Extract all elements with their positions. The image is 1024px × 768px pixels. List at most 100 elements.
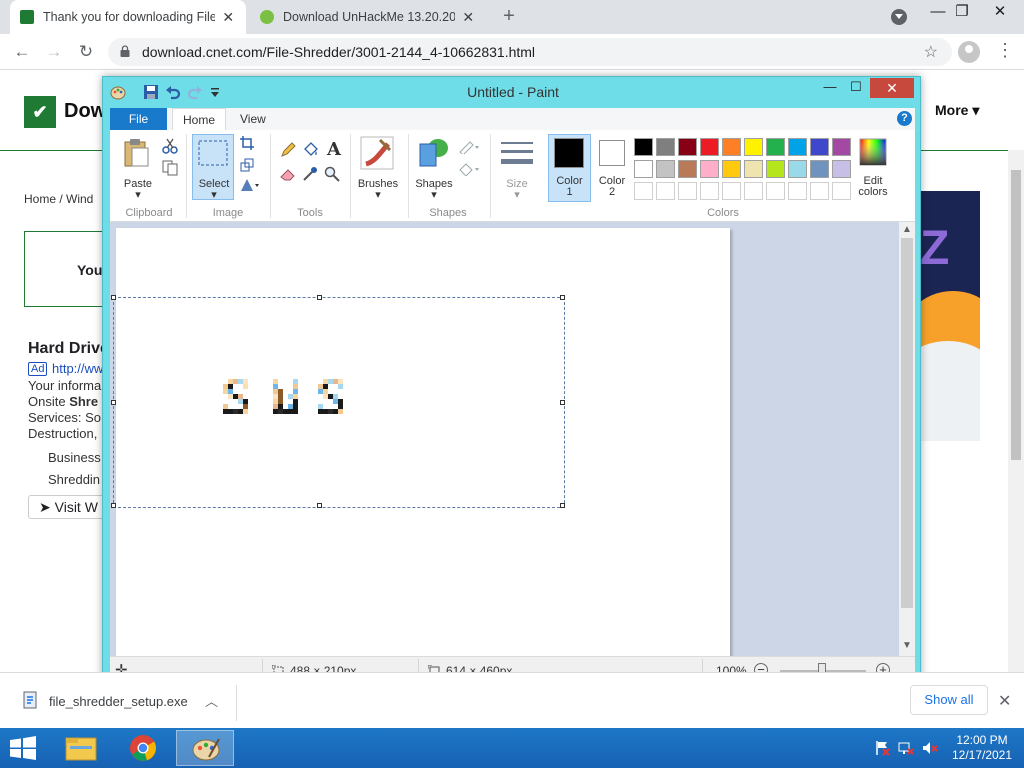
size-dropdown-icon[interactable]: ▾ bbox=[494, 188, 540, 201]
resize-icon[interactable] bbox=[240, 158, 254, 172]
palette-swatch[interactable] bbox=[700, 138, 719, 156]
paint-maximize-button[interactable]: ☐ bbox=[843, 79, 869, 99]
cut-icon[interactable] bbox=[162, 138, 178, 154]
profile-avatar-icon[interactable] bbox=[958, 41, 980, 63]
palette-swatch[interactable] bbox=[744, 160, 763, 178]
action-center-flag-icon[interactable] bbox=[874, 740, 890, 756]
palette-swatch[interactable] bbox=[744, 138, 763, 156]
volume-muted-icon[interactable] bbox=[922, 740, 938, 756]
palette-swatch[interactable] bbox=[766, 182, 785, 200]
installer-file-icon[interactable] bbox=[22, 691, 38, 709]
paint-title-bar[interactable]: Untitled - Paint — ☐ ✕ bbox=[103, 77, 920, 107]
shapes-icon[interactable] bbox=[416, 136, 450, 170]
more-menu-button[interactable]: More ▾ bbox=[935, 102, 979, 119]
selection-handle[interactable] bbox=[111, 400, 116, 405]
select-dropdown-icon[interactable]: ▾ bbox=[192, 188, 236, 201]
rotate-icon[interactable] bbox=[240, 178, 260, 192]
save-icon[interactable] bbox=[143, 84, 159, 100]
color2-number[interactable]: 2 bbox=[592, 186, 632, 198]
copy-icon[interactable] bbox=[162, 160, 178, 176]
canvas-workspace[interactable]: ▲ ▼ bbox=[110, 222, 915, 656]
palette-swatch[interactable] bbox=[810, 160, 829, 178]
tab-view[interactable]: View bbox=[230, 108, 276, 130]
palette-swatch[interactable] bbox=[766, 138, 785, 156]
palette-swatch[interactable] bbox=[634, 182, 653, 200]
scroll-up-icon[interactable]: ▲ bbox=[899, 224, 915, 235]
windows-start-icon[interactable] bbox=[8, 736, 38, 760]
page-scrollbar[interactable] bbox=[1008, 150, 1024, 672]
system-clock[interactable]: 12:00 PM 12/17/2021 bbox=[944, 733, 1020, 763]
text-tool-icon[interactable]: A bbox=[324, 139, 344, 160]
magnifier-icon[interactable] bbox=[324, 166, 340, 182]
selection-handle[interactable] bbox=[111, 295, 116, 300]
brushes-dropdown-icon[interactable]: ▾ bbox=[352, 188, 404, 201]
tab-search-icon[interactable] bbox=[891, 9, 907, 25]
palette-swatch[interactable] bbox=[832, 182, 851, 200]
close-download-shelf-icon[interactable]: ✕ bbox=[998, 691, 1011, 711]
browser-menu-icon[interactable]: ⋮ bbox=[996, 40, 1014, 61]
download-options-chevron-icon[interactable]: ︿ bbox=[205, 691, 218, 710]
palette-swatch[interactable] bbox=[810, 138, 829, 156]
palette-swatch[interactable] bbox=[634, 138, 653, 156]
taskbar-chrome[interactable] bbox=[114, 730, 172, 766]
palette-swatch[interactable] bbox=[656, 138, 675, 156]
show-all-downloads-button[interactable]: Show all bbox=[910, 685, 988, 715]
selection-handle[interactable] bbox=[560, 295, 565, 300]
palette-swatch[interactable] bbox=[832, 160, 851, 178]
tab-unhackme[interactable]: Download UnHackMe 13.20.2021.1215 ✕ bbox=[250, 0, 486, 34]
selection-handle[interactable] bbox=[111, 503, 116, 508]
palette-swatch[interactable] bbox=[678, 138, 697, 156]
palette-swatch[interactable] bbox=[722, 138, 741, 156]
reload-button[interactable]: ↻ bbox=[74, 41, 98, 63]
network-icon[interactable] bbox=[898, 740, 914, 756]
palette-swatch[interactable] bbox=[656, 182, 675, 200]
paint-app-icon[interactable] bbox=[110, 84, 126, 100]
browser-close-button[interactable]: ✕ bbox=[978, 0, 1022, 28]
palette-swatch[interactable] bbox=[788, 138, 807, 156]
back-button[interactable]: ← bbox=[10, 41, 34, 63]
selection-handle[interactable] bbox=[317, 295, 322, 300]
palette-swatch[interactable] bbox=[744, 182, 763, 200]
selection-handle[interactable] bbox=[560, 503, 565, 508]
palette-swatch[interactable] bbox=[788, 160, 807, 178]
breadcrumb[interactable]: Home / Wind bbox=[24, 192, 93, 206]
download-filename[interactable]: file_shredder_setup.exe bbox=[49, 694, 188, 709]
color2-swatch[interactable] bbox=[599, 140, 625, 166]
palette-swatch[interactable] bbox=[810, 182, 829, 200]
ad-sitelink[interactable]: Business bbox=[48, 450, 101, 465]
palette-swatch[interactable] bbox=[788, 182, 807, 200]
redo-icon[interactable] bbox=[187, 84, 203, 100]
edit-colors-button-line2[interactable]: colors bbox=[850, 186, 896, 198]
selection-handle[interactable] bbox=[560, 400, 565, 405]
scroll-down-icon[interactable]: ▼ bbox=[899, 640, 915, 651]
url-text[interactable]: download.cnet.com/File-Shredder/3001-214… bbox=[142, 44, 535, 60]
color-picker-icon[interactable] bbox=[302, 166, 318, 182]
pencil-icon[interactable] bbox=[280, 142, 296, 158]
ad-sitelink[interactable]: Shreddin bbox=[48, 472, 100, 487]
crop-icon[interactable] bbox=[240, 136, 254, 150]
tab-close-icon[interactable]: ✕ bbox=[461, 9, 476, 26]
palette-swatch[interactable] bbox=[832, 138, 851, 156]
select-rectangle-icon[interactable] bbox=[198, 140, 228, 166]
forward-button[interactable]: → bbox=[42, 41, 66, 63]
page-scroll-thumb[interactable] bbox=[1011, 170, 1021, 460]
tab-close-icon[interactable]: ✕ bbox=[221, 9, 236, 26]
palette-swatch[interactable] bbox=[700, 160, 719, 178]
shapes-dropdown-icon[interactable]: ▾ bbox=[408, 188, 460, 201]
canvas-vertical-scrollbar[interactable]: ▲ ▼ bbox=[899, 222, 915, 656]
palette-swatch[interactable] bbox=[634, 160, 653, 178]
palette-swatch[interactable] bbox=[678, 182, 697, 200]
brushes-icon[interactable] bbox=[360, 136, 394, 170]
outline-icon[interactable] bbox=[458, 140, 480, 154]
color1-swatch[interactable] bbox=[554, 138, 584, 168]
drawing-canvas[interactable] bbox=[111, 228, 730, 656]
tab-file-shredder[interactable]: Thank you for downloading File Shredder … bbox=[10, 0, 246, 34]
fill-icon[interactable] bbox=[458, 162, 480, 176]
cnet-logo-icon[interactable]: ✔ bbox=[24, 96, 56, 128]
paste-icon[interactable] bbox=[124, 138, 150, 168]
taskbar-file-explorer[interactable] bbox=[52, 730, 110, 766]
tab-home[interactable]: Home bbox=[172, 108, 227, 130]
canvas-scroll-thumb[interactable] bbox=[901, 238, 913, 608]
size-icon[interactable] bbox=[500, 140, 534, 168]
eraser-icon[interactable] bbox=[280, 166, 296, 182]
